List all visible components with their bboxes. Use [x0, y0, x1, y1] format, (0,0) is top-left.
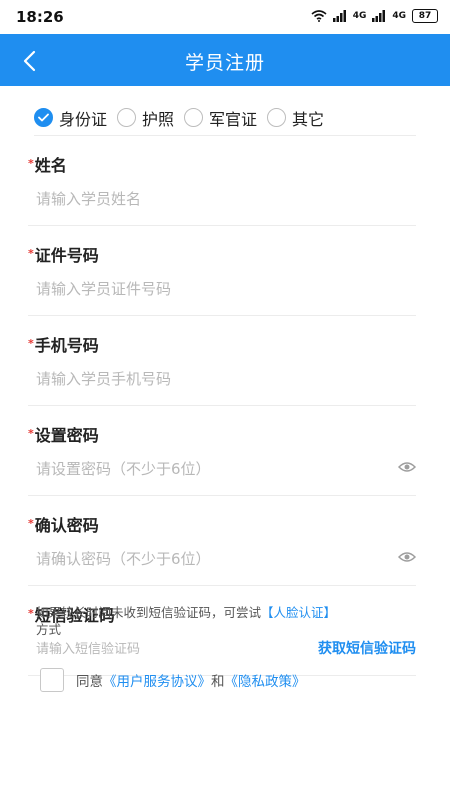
sms-code-input[interactable]: [36, 636, 276, 662]
radio-officer-card[interactable]: 军官证: [184, 106, 257, 130]
field-label: *手机号码: [28, 336, 99, 355]
name-input[interactable]: [36, 186, 396, 212]
radio-unchecked-icon: [184, 108, 204, 127]
field-id-number: *证件号码: [28, 226, 416, 316]
radio-checked-icon: [34, 108, 53, 127]
signal-1-label: 4G: [352, 11, 367, 21]
field-confirm-password: *确认密码: [28, 496, 416, 586]
field-label: *姓名: [28, 156, 67, 175]
signal-icon: [332, 10, 346, 22]
required-mark: *: [28, 607, 34, 620]
radio-id-card[interactable]: 身份证: [34, 106, 107, 130]
radio-label: 其它: [292, 109, 325, 129]
terms-link[interactable]: 《用户服务协议》: [103, 674, 211, 690]
field-label: *证件号码: [28, 246, 99, 265]
confirm-password-input[interactable]: [36, 546, 396, 572]
agreement-text: 同意《用户服务协议》和《隐私政策》: [76, 674, 306, 690]
required-mark: *: [28, 427, 34, 440]
radio-other[interactable]: 其它: [267, 106, 324, 130]
eye-icon[interactable]: [398, 460, 416, 474]
radio-label: 身份证: [59, 109, 108, 129]
radio-unchecked-icon: [117, 108, 137, 127]
field-label: *确认密码: [28, 516, 99, 535]
required-mark: *: [28, 247, 34, 260]
field-label: *设置密码: [28, 426, 99, 445]
agree-checkbox[interactable]: [40, 668, 64, 692]
required-mark: *: [28, 517, 34, 530]
id-number-input[interactable]: [36, 276, 396, 302]
radio-passport[interactable]: 护照: [117, 106, 174, 130]
field-name: *姓名: [28, 136, 416, 226]
required-mark: *: [28, 337, 34, 350]
wifi-icon: [311, 10, 327, 22]
radio-label: 护照: [142, 109, 175, 129]
sms-hint: 如果较长时间未收到短信验证码，可尝试【人脸认证】 方式: [36, 605, 337, 637]
required-mark: *: [28, 157, 34, 170]
status-bar: 18:26 4G 4G 87: [0, 0, 450, 34]
radio-unchecked-icon: [267, 108, 287, 127]
signal-2-label: 4G: [392, 11, 406, 21]
get-sms-code-button[interactable]: 获取短信验证码: [318, 638, 416, 658]
phone-input[interactable]: [36, 366, 396, 392]
page-title: 学员注册: [184, 52, 265, 74]
field-phone: *手机号码: [28, 316, 416, 406]
status-icons: 4G 4G 87: [311, 9, 438, 23]
status-time: 18:26: [16, 8, 64, 26]
face-auth-link[interactable]: 【人脸认证】: [261, 605, 336, 620]
signal-icon-2: [372, 10, 386, 22]
privacy-link[interactable]: 《隐私政策》: [225, 674, 306, 690]
field-password: *设置密码: [28, 406, 416, 496]
radio-label: 军官证: [209, 109, 258, 129]
password-input[interactable]: [36, 456, 396, 482]
eye-icon[interactable]: [398, 550, 416, 564]
agreement-row: 同意《用户服务协议》和《隐私政策》: [40, 668, 306, 692]
id-type-selector: 身份证 护照 军官证 其它: [34, 100, 416, 136]
app-bar: 学员注册: [0, 34, 450, 86]
battery-icon: 87: [412, 9, 438, 23]
